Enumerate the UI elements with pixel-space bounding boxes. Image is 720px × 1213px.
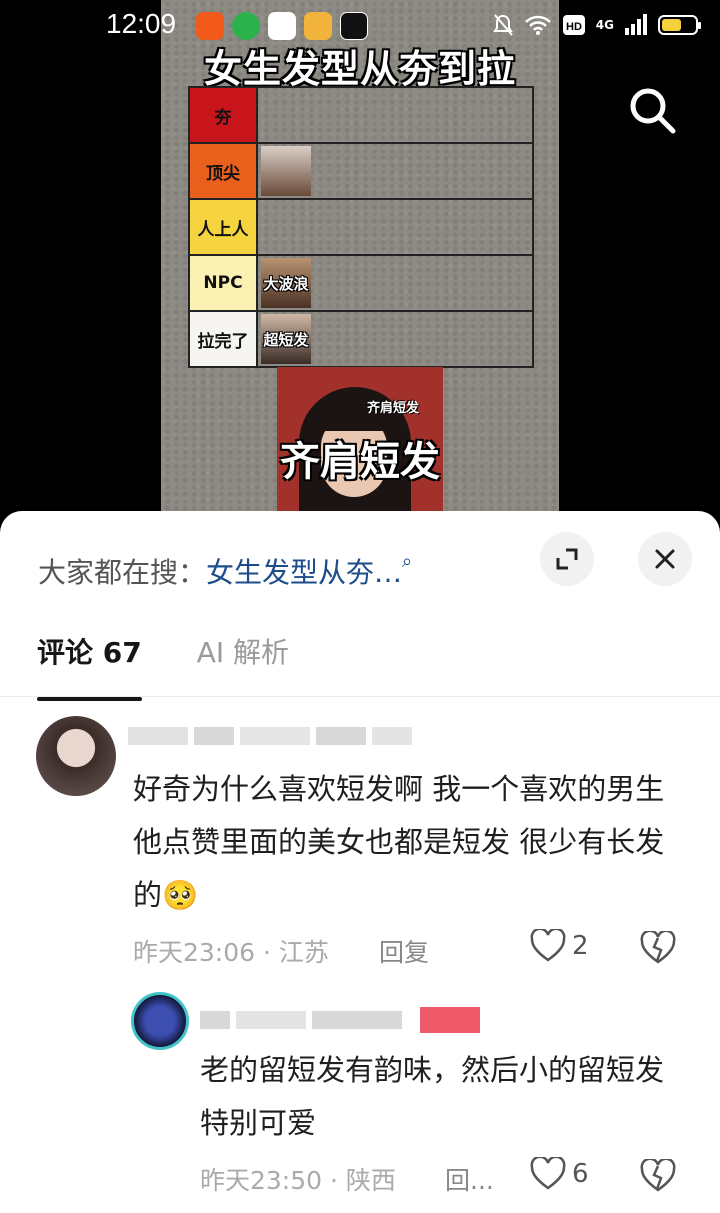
comment-meta: 昨天23:06 · 江苏 <box>133 938 329 967</box>
avatar[interactable] <box>131 992 189 1050</box>
tier-content <box>258 144 532 198</box>
blur-block <box>372 727 412 745</box>
like-count: 2 <box>572 931 589 961</box>
tier-row: NPC 大波浪 <box>190 256 532 312</box>
dislike-icon[interactable] <box>640 931 676 965</box>
tab-divider <box>0 696 720 697</box>
close-button[interactable] <box>638 532 692 586</box>
hairstyle-thumbnail: 超短发 <box>261 314 311 364</box>
like-button[interactable]: 2 <box>530 929 589 963</box>
blur-block <box>194 727 234 745</box>
tier-label: 拉完了 <box>190 312 258 366</box>
tier-row: 顶尖 <box>190 144 532 200</box>
thumbnail-caption: 超短发 <box>263 330 309 349</box>
username-blurred[interactable] <box>128 723 412 749</box>
tier-content <box>258 200 532 254</box>
network-type: 4G <box>595 18 614 32</box>
blur-block <box>240 727 310 745</box>
search-suggestion[interactable]: 大家都在搜：女生发型从夯…⌕ <box>38 551 412 591</box>
tab-ai-analysis[interactable]: AI 解析 <box>197 631 289 671</box>
blur-block <box>128 727 188 745</box>
blur-block <box>312 1011 402 1029</box>
thumbnail-caption: 大波浪 <box>263 274 309 293</box>
tier-label: NPC <box>190 256 258 310</box>
card-title: 齐肩短发 <box>280 439 440 485</box>
blur-block <box>236 1011 306 1029</box>
like-count: 6 <box>572 1159 589 1189</box>
news-app-icon <box>268 12 296 40</box>
system-icons: HD 4G <box>492 13 701 37</box>
dislike-icon[interactable] <box>640 1159 676 1193</box>
mute-icon <box>492 14 513 36</box>
comment-text: 老的留短发有韵味，然后小的留短发特别可爱 <box>200 1053 665 1140</box>
avatar[interactable] <box>36 716 116 796</box>
blur-block <box>420 1007 480 1033</box>
expand-button[interactable] <box>540 532 594 586</box>
comment-sheet: 大家都在搜：女生发型从夯…⌕ 评论 67 AI 解析 好奇为什么喜欢短发啊 我一… <box>0 511 720 1213</box>
search-query[interactable]: 女生发型从夯… <box>206 556 402 589</box>
like-button[interactable]: 6 <box>530 1157 589 1191</box>
blur-block <box>316 727 366 745</box>
tier-row: 拉完了 超短发 <box>190 312 532 366</box>
taobao-app-icon <box>196 12 224 40</box>
hairstyle-card: 齐肩短发 齐肩短发 <box>277 367 443 520</box>
wifi-icon <box>524 15 551 35</box>
comment-text: 好奇为什么喜欢短发啊 我一个喜欢的男生 他点赞里面的美女也都是短发 很少有长发的… <box>133 772 665 912</box>
small-search-icon: ⌕ <box>402 551 413 572</box>
heart-icon <box>530 929 566 962</box>
tab-comments[interactable]: 评论 67 <box>37 631 142 701</box>
heart-icon <box>530 1157 566 1190</box>
comment-meta: 昨天23:50 · 陕西 <box>200 1166 396 1195</box>
notification-icons <box>196 12 368 40</box>
hairstyle-thumbnail: 大波浪 <box>261 258 311 308</box>
close-icon <box>655 549 675 569</box>
search-icon[interactable] <box>626 84 678 136</box>
status-bar: 12:09 HD 4G <box>0 0 720 52</box>
card-subtitle: 齐肩短发 <box>367 401 420 416</box>
tier-content: 超短发 <box>258 312 532 366</box>
tier-content <box>258 88 532 142</box>
tiktok-app-icon <box>340 12 368 40</box>
search-prefix: 大家都在搜： <box>38 556 207 589</box>
signal-icon <box>625 14 647 35</box>
username-blurred[interactable] <box>200 1007 480 1033</box>
status-time: 12:09 <box>106 8 177 39</box>
weibo-app-icon <box>304 12 332 40</box>
tier-label: 人上人 <box>190 200 258 254</box>
tier-list: 夯 顶尖 人上人 NPC 大波浪 拉完了 超短发 <box>188 86 534 368</box>
tier-row: 夯 <box>190 88 532 144</box>
green-app-icon <box>232 12 260 40</box>
tier-content: 大波浪 <box>258 256 532 310</box>
tier-label: 夯 <box>190 88 258 142</box>
tab-bar: 评论 67 AI 解析 <box>37 631 289 701</box>
reply-button[interactable]: 回... <box>445 1161 494 1197</box>
expand-icon <box>556 548 578 570</box>
battery-level <box>662 19 681 31</box>
hairstyle-thumbnail <box>261 146 311 196</box>
reply-button[interactable]: 回复 <box>379 933 429 969</box>
battery-icon <box>658 15 701 35</box>
blur-block <box>200 1011 230 1029</box>
svg-text:HD: HD <box>566 21 582 33</box>
tier-label: 顶尖 <box>190 144 258 198</box>
hd-icon: HD <box>562 15 585 35</box>
tier-row: 人上人 <box>190 200 532 256</box>
video-frame[interactable]: 女生发型从夯到拉 夯 顶尖 人上人 NPC 大波浪 拉完了 超短发 齐肩短发 齐… <box>161 0 559 520</box>
